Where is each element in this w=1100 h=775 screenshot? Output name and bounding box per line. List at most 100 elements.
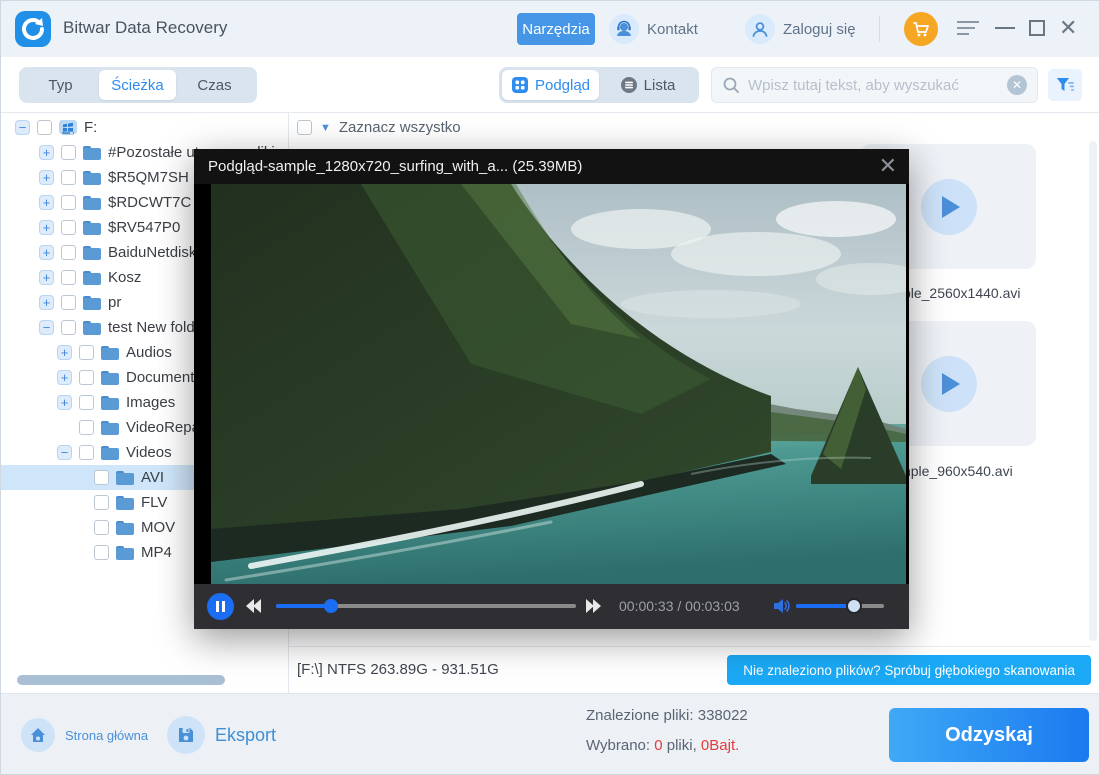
checkbox[interactable] xyxy=(61,320,76,335)
deep-scan-button[interactable]: Nie znaleziono plików? Spróbuj głębokieg… xyxy=(727,655,1091,685)
checkbox[interactable] xyxy=(61,245,76,260)
expand-icon[interactable] xyxy=(39,145,54,160)
expand-icon[interactable] xyxy=(39,245,54,260)
checkbox[interactable] xyxy=(37,120,52,135)
select-all-checkbox[interactable] xyxy=(297,120,312,135)
preview-title: Podgląd-sample_1280x720_surfing_with_a..… xyxy=(208,158,582,175)
checkbox[interactable] xyxy=(79,445,94,460)
login-button[interactable]: Zaloguj się xyxy=(745,14,856,44)
sort-tab-group: Typ Ścieżka Czas xyxy=(19,67,257,103)
folder-icon xyxy=(101,371,119,385)
view-preview-button[interactable]: Podgląd xyxy=(502,70,599,100)
search-clear-icon[interactable]: ✕ xyxy=(1007,75,1027,95)
fast-forward-icon[interactable] xyxy=(586,599,602,613)
selected-files-summary: Wybrano: 0 pliki, 0Bajt. xyxy=(586,737,739,754)
expand-icon[interactable] xyxy=(39,195,54,210)
search-input[interactable] xyxy=(748,77,1007,94)
drive-icon xyxy=(59,120,77,136)
pause-button[interactable] xyxy=(207,593,234,620)
tab-typ[interactable]: Typ xyxy=(22,70,99,100)
titlebar: Bitwar Data Recovery Narzędzia Kontakt Z… xyxy=(1,1,1100,57)
rewind-icon[interactable] xyxy=(246,599,262,613)
view-list-button[interactable]: Lista xyxy=(599,70,696,100)
checkbox[interactable] xyxy=(61,295,76,310)
tree-item-label: pr xyxy=(108,294,121,311)
home-button[interactable]: Strona główna xyxy=(21,718,148,752)
partition-info: [F:\] NTFS 263.89G - 931.51G xyxy=(297,661,499,678)
progress-thumb[interactable] xyxy=(324,599,338,613)
checkbox[interactable] xyxy=(94,545,109,560)
tree-item-label: Documents xyxy=(126,369,202,386)
close-button[interactable]: ✕ xyxy=(1059,16,1077,40)
maximize-button[interactable] xyxy=(1029,20,1045,36)
checkbox[interactable] xyxy=(94,520,109,535)
expand-icon[interactable] xyxy=(57,395,72,410)
expand-icon[interactable] xyxy=(57,370,72,385)
recover-button[interactable]: Odzyskaj xyxy=(889,708,1089,762)
toolbar: Typ Ścieżka Czas Podgląd Lista ✕ xyxy=(1,57,1100,113)
checkbox[interactable] xyxy=(61,195,76,210)
play-icon[interactable] xyxy=(921,356,977,412)
export-button[interactable]: Eksport xyxy=(167,716,276,754)
folder-icon xyxy=(83,196,101,210)
play-icon[interactable] xyxy=(921,179,977,235)
expand-icon[interactable] xyxy=(39,170,54,185)
checkbox[interactable] xyxy=(61,270,76,285)
titlebar-divider xyxy=(879,16,880,42)
expand-icon[interactable] xyxy=(39,220,54,235)
checkbox[interactable] xyxy=(61,170,76,185)
checkbox[interactable] xyxy=(61,220,76,235)
home-icon xyxy=(21,718,55,752)
volume-icon[interactable] xyxy=(772,597,792,620)
volume-thumb[interactable] xyxy=(846,598,862,614)
checkbox[interactable] xyxy=(79,395,94,410)
folder-icon xyxy=(83,221,101,235)
app-title: Bitwar Data Recovery xyxy=(63,18,227,38)
horizontal-scrollbar[interactable] xyxy=(17,675,225,685)
vertical-scrollbar[interactable] xyxy=(1089,141,1097,641)
footer: Strona główna Eksport Znalezione pliki: … xyxy=(1,693,1100,775)
select-all-label: Zaznacz wszystko xyxy=(339,119,461,136)
collapse-icon[interactable] xyxy=(15,120,30,135)
view-toggle-group: Podgląd Lista xyxy=(499,67,699,103)
tree-item-drive-f[interactable]: F: xyxy=(1,115,289,140)
status-row: [F:\] NTFS 263.89G - 931.51G Nie znalezi… xyxy=(289,646,1091,693)
selected-prefix: Wybrano: xyxy=(586,737,654,754)
filter-button[interactable] xyxy=(1048,69,1082,101)
checkbox[interactable] xyxy=(61,145,76,160)
minimize-button[interactable] xyxy=(995,27,1015,29)
selected-count: 0 xyxy=(654,737,662,754)
progress-bar[interactable] xyxy=(276,604,576,608)
preview-modal-header: Podgląd-sample_1280x720_surfing_with_a..… xyxy=(194,149,909,184)
expand-icon[interactable] xyxy=(57,345,72,360)
tab-sciezka[interactable]: Ścieżka xyxy=(99,70,176,100)
checkbox[interactable] xyxy=(79,345,94,360)
menu-icon[interactable] xyxy=(957,21,979,37)
contact-button[interactable]: Kontakt xyxy=(609,14,698,44)
expand-icon[interactable] xyxy=(39,295,54,310)
volume-slider[interactable] xyxy=(796,604,884,608)
expand-icon[interactable] xyxy=(39,270,54,285)
preview-close-icon[interactable]: ✕ xyxy=(879,153,897,179)
checkbox[interactable] xyxy=(79,420,94,435)
view-list-label: Lista xyxy=(644,77,676,94)
collapse-icon[interactable] xyxy=(57,445,72,460)
collapse-icon[interactable] xyxy=(39,320,54,335)
user-icon xyxy=(745,14,775,44)
tree-item-label: $R5QM7SH xyxy=(108,169,189,186)
found-files-count: Znalezione pliki: 338022 xyxy=(586,707,748,724)
tab-czas[interactable]: Czas xyxy=(176,70,253,100)
cart-button[interactable] xyxy=(904,12,938,46)
chevron-down-icon[interactable]: ▼ xyxy=(320,122,331,134)
preview-modal: Podgląd-sample_1280x720_surfing_with_a..… xyxy=(194,149,909,629)
tools-button[interactable]: Narzędzia xyxy=(517,13,595,45)
checkbox[interactable] xyxy=(94,470,109,485)
login-label: Zaloguj się xyxy=(783,21,856,38)
checkbox[interactable] xyxy=(79,370,94,385)
checkbox[interactable] xyxy=(94,495,109,510)
app-window: Bitwar Data Recovery Narzędzia Kontakt Z… xyxy=(0,0,1100,775)
folder-icon xyxy=(83,296,101,310)
time-display: 00:00:33 / 00:03:03 xyxy=(619,598,740,614)
tree-item-label: FLV xyxy=(141,494,167,511)
tree-item-label: Videos xyxy=(126,444,172,461)
